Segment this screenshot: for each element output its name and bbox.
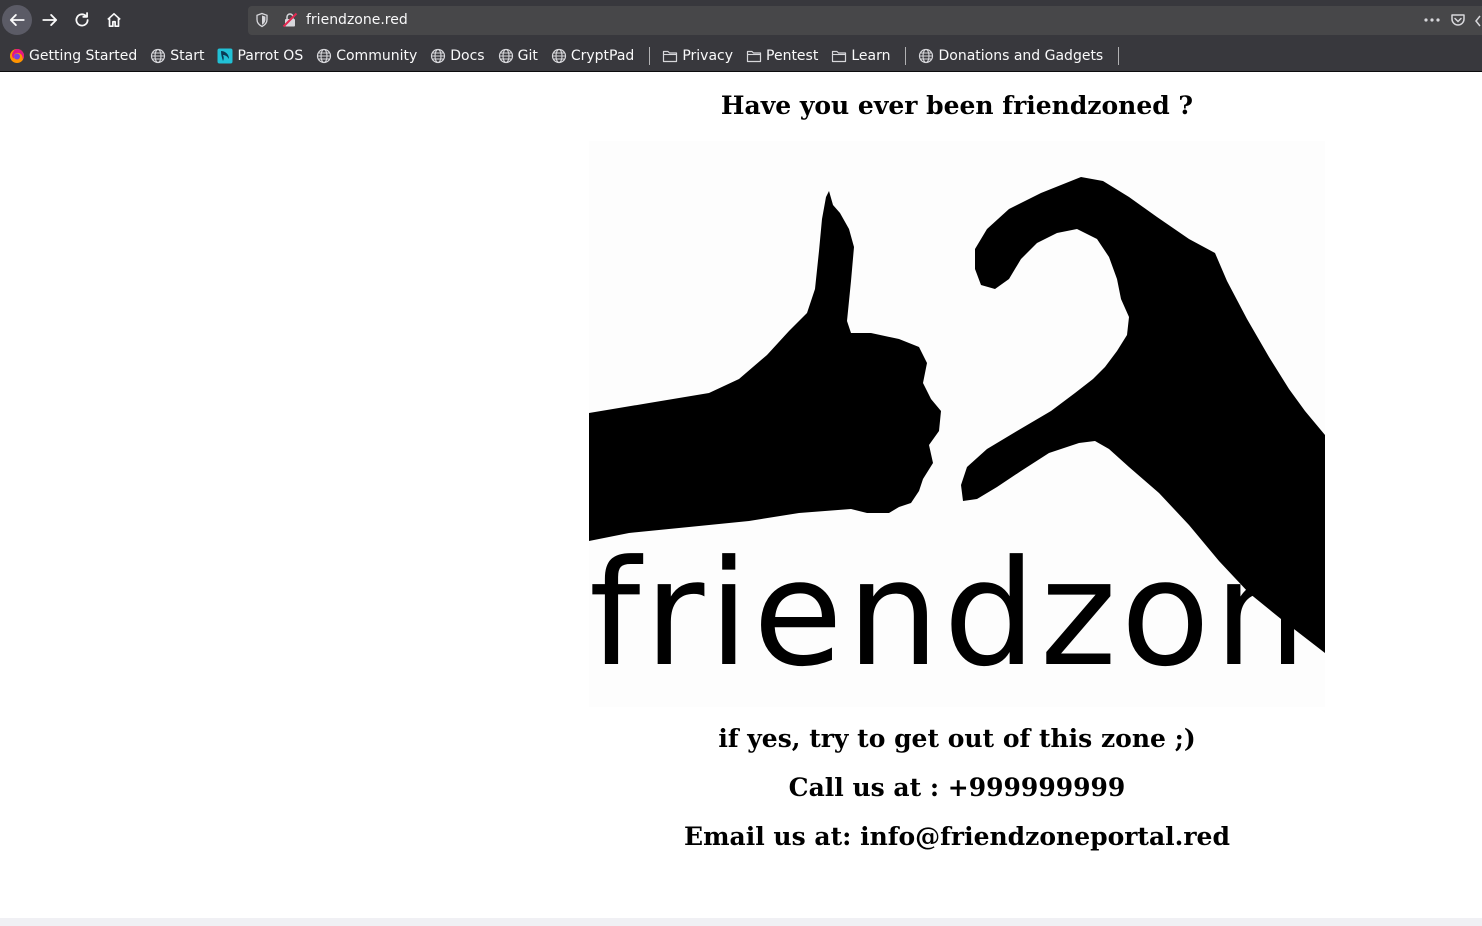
bookmark-separator — [649, 46, 651, 65]
globe-icon — [431, 48, 446, 63]
bookmark-label: Community — [336, 47, 418, 64]
bookmark-folder-learn[interactable]: Learn — [831, 44, 893, 68]
arrow-left-icon — [9, 14, 25, 26]
overflow-icon[interactable] — [1474, 13, 1482, 29]
url-text[interactable]: friendzone.red — [306, 11, 408, 29]
forward-button[interactable] — [35, 5, 65, 35]
bookmark-git[interactable]: Git — [498, 44, 541, 68]
pocket-icon[interactable] — [1450, 12, 1466, 28]
reload-icon — [75, 12, 89, 27]
bookmark-label: Parrot OS — [237, 47, 304, 64]
arrow-right-icon — [42, 14, 58, 26]
bookmark-label: Getting Started — [29, 47, 138, 64]
bookmark-cryptpad[interactable]: CryptPad — [551, 44, 637, 68]
page-title: Have you ever been friendzoned ? — [720, 91, 1194, 120]
globe-icon — [498, 48, 513, 63]
email-text: Email us at: info@friendzoneportal.red — [684, 822, 1230, 851]
tagline-text: if yes, try to get out of this zone ;) — [718, 724, 1196, 753]
bookmark-label: Git — [517, 47, 538, 64]
status-strip — [0, 918, 1482, 926]
bookmark-label: Pentest — [766, 47, 819, 64]
home-icon — [107, 12, 121, 28]
insecure-lock-icon[interactable] — [282, 12, 298, 28]
folder-icon — [746, 50, 762, 62]
bookmark-folder-privacy[interactable]: Privacy — [662, 44, 736, 68]
bookmarks-toolbar: Getting Started Start Parrot OS Communit… — [0, 40, 1482, 72]
navigation-toolbar: friendzone.red — [0, 0, 1482, 40]
page-actions-icon[interactable] — [1422, 12, 1442, 28]
globe-icon — [151, 48, 166, 63]
bookmark-label: Start — [170, 47, 205, 64]
bookmark-separator — [905, 46, 907, 65]
home-button[interactable] — [99, 5, 129, 35]
bookmark-label: Docs — [450, 47, 485, 64]
bookmark-folder-pentest[interactable]: Pentest — [746, 44, 821, 68]
back-button[interactable] — [2, 5, 32, 35]
bookmark-community[interactable]: Community — [316, 44, 420, 68]
tracking-shield-icon[interactable] — [254, 12, 270, 28]
parrot-icon — [217, 48, 233, 63]
reload-button[interactable] — [67, 5, 97, 35]
bookmark-docs[interactable]: Docs — [430, 44, 487, 68]
url-bar[interactable]: friendzone.red — [248, 6, 1482, 35]
friendzone-hero-image: friendzone — [589, 141, 1325, 707]
globe-icon — [551, 48, 566, 63]
folder-icon — [832, 50, 847, 62]
bookmark-label: Learn — [851, 47, 891, 64]
folder-icon — [663, 50, 678, 62]
bookmark-label: Privacy — [682, 47, 734, 64]
web-page: Have you ever been friendzoned ? friendz… — [0, 73, 1482, 918]
bookmark-parrot-os[interactable]: Parrot OS — [217, 44, 306, 68]
globe-icon — [919, 48, 934, 63]
bookmark-getting-started[interactable]: Getting Started — [9, 44, 140, 68]
bookmark-separator — [1118, 46, 1120, 65]
friendzone-logo-wordmark: friendzone — [589, 529, 1325, 699]
globe-icon — [317, 48, 332, 63]
bookmark-start[interactable]: Start — [150, 44, 207, 68]
bookmark-label: CryptPad — [570, 47, 635, 64]
phone-text: Call us at : +999999999 — [788, 773, 1126, 802]
firefox-icon — [10, 48, 24, 63]
bookmark-donations-and-gadgets[interactable]: Donations and Gadgets — [918, 44, 1106, 68]
bookmark-label: Donations and Gadgets — [938, 47, 1104, 64]
